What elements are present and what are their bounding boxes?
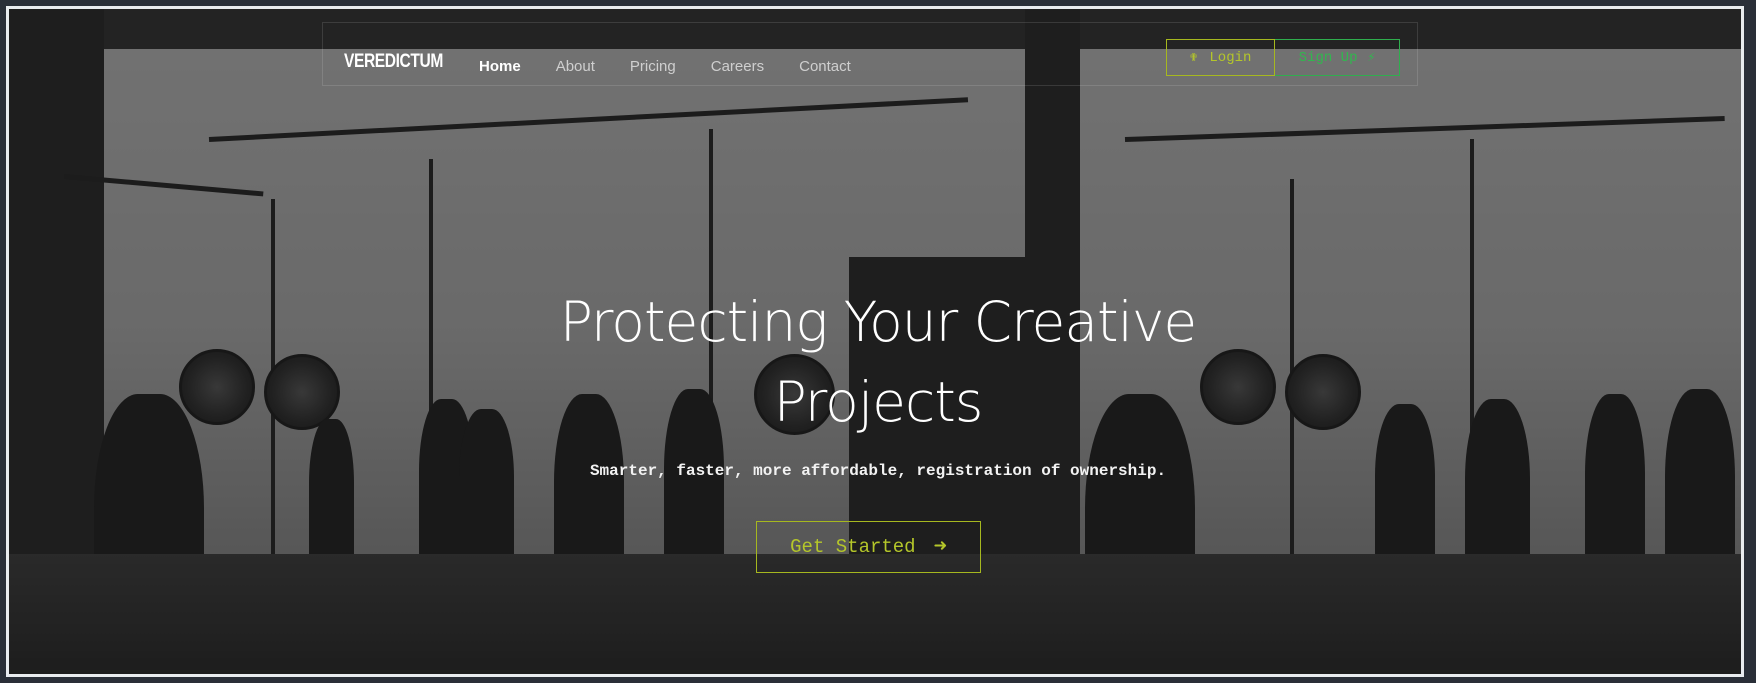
nav-link-home[interactable]: Home bbox=[479, 58, 521, 75]
signup-label: Sign Up bbox=[1298, 49, 1358, 66]
bolt-icon: ⚡︎ bbox=[1367, 50, 1376, 65]
person-icon: ✟ bbox=[1189, 50, 1198, 65]
nav-link-contact[interactable]: Contact bbox=[799, 58, 851, 75]
nav-link-about[interactable]: About bbox=[556, 58, 595, 75]
auth-buttons: ✟ Login Sign Up ⚡︎ bbox=[1166, 39, 1400, 76]
hero-title: Protecting Your Creative Projects bbox=[0, 282, 1756, 442]
hero-title-line-1: Protecting Your Creative bbox=[559, 290, 1198, 354]
arrow-right-icon: ➜ bbox=[933, 535, 947, 560]
nav-link-pricing[interactable]: Pricing bbox=[630, 58, 676, 75]
main-nav: Home About Pricing Careers Contact bbox=[479, 58, 886, 75]
hero-title-line-2: Projects bbox=[773, 370, 984, 434]
get-started-button[interactable]: Get Started ➜ bbox=[756, 521, 981, 573]
hero-subtitle: Smarter, faster, more affordable, regist… bbox=[589, 462, 1167, 480]
brand-logo[interactable]: VEREDICTUM bbox=[344, 51, 443, 73]
get-started-label: Get Started bbox=[790, 536, 916, 558]
login-button[interactable]: ✟ Login bbox=[1166, 39, 1275, 76]
signup-button[interactable]: Sign Up ⚡︎ bbox=[1275, 39, 1400, 76]
nav-link-careers[interactable]: Careers bbox=[711, 58, 764, 75]
login-label: Login bbox=[1209, 49, 1252, 66]
